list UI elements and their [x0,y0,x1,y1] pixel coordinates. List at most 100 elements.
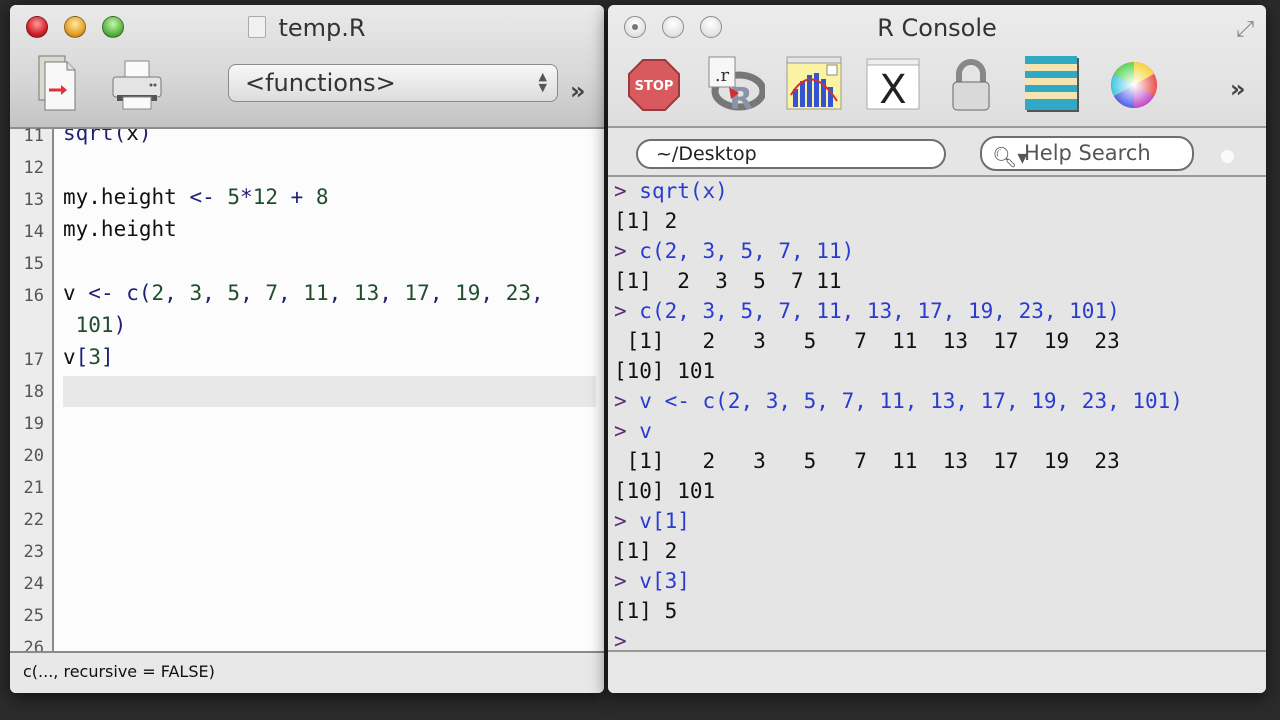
code-token: ) [138,129,152,145]
svg-text:X: X [879,67,906,111]
fullscreen-icon[interactable]: ⤢ [1236,17,1254,42]
console-output-line: [10] 101 [614,359,715,383]
code-line: sqrt(x) [63,129,152,145]
code-line: v <- c(2, 3, 5, 7, 11, 13, 17, 19, 23, [63,281,544,305]
line-number: 21 [23,478,44,498]
code-token: 3 [88,345,101,369]
console-window: R Console ⤢ STOP R .r X » ~/Desktop 🔍︎▾ … [608,5,1266,693]
code-token: 19 [455,281,481,305]
command-text: sqrt(x) [639,179,728,203]
function-signature-hint: c(..., recursive = FALSE) [23,662,215,681]
prompt-symbol: > [614,629,640,652]
stepper-arrows-icon: ▲ ▼ [538,70,547,94]
result-text: [1] 2 [614,209,678,233]
editor-status-bar: c(..., recursive = FALSE) [10,651,604,693]
code-token: , [202,281,228,305]
code-token: 7 [265,281,279,305]
console-output-line: [1] 2 [614,209,677,233]
console-output-line: [1] 5 [614,599,677,623]
code-token: + [277,185,316,209]
help-search-field[interactable]: 🔍︎▾ Help Search [980,136,1194,171]
code-token: [ [75,345,89,369]
line-number: 18 [23,382,44,402]
code-token: , [328,281,354,305]
lock-icon[interactable] [948,57,994,113]
line-number: 23 [23,542,44,562]
result-text: [1] 2 3 5 7 11 13 17 19 23 [614,449,1120,473]
toolbar-overflow-icon[interactable]: » [570,77,585,105]
console-command-line: > c(2, 3, 5, 7, 11) [614,239,854,263]
result-text: [1] 5 [614,599,678,623]
console-output-line: [10] 101 [614,479,715,503]
stop-icon[interactable]: STOP [626,57,682,113]
code-token: 5 [227,185,241,209]
code-line: my.height <- 5*12 + 8 [63,185,329,209]
prompt-symbol: > [614,239,640,263]
code-token: 23 [505,281,531,305]
line-number: 22 [23,510,44,530]
prompt-symbol: > [614,299,640,323]
line-number: 20 [23,446,44,466]
code-token: 12 [252,185,278,209]
code-token: , [278,281,304,305]
functions-dropdown[interactable]: <functions> ▲ ▼ [228,64,558,102]
console-output-line: [1] 2 3 5 7 11 [614,269,842,293]
code-token: , [240,281,266,305]
code-token: 8 [315,185,329,209]
code-token: sqrt [63,129,114,145]
current-line-highlight [63,376,596,407]
result-text: [10] 101 [614,479,716,503]
r-document-icon [248,16,267,38]
line-number: 24 [23,574,44,594]
console-command-line: > v[1] [614,509,690,533]
code-token: 17 [404,281,430,305]
command-text: c(2, 3, 5, 7, 11, 13, 17, 19, 23, 101) [639,299,1120,323]
code-token: ( [113,129,127,145]
x11-icon[interactable]: X [864,55,922,113]
line-number-gutter: 11 12 13 14 15 16 17 18 19 20 21 22 23 24 25 26 [10,126,54,658]
result-text: [1] 2 [614,539,678,563]
code-line: my.height [63,217,177,241]
console-command-line: > [614,629,639,652]
code-token: , [429,281,456,305]
code-editor[interactable]: sqrt(x) my.height <- 5*12 + 8 my.height v <… [54,129,604,651]
command-text: v[3] [639,569,690,593]
toolbar-overflow-icon[interactable]: » [1230,75,1245,103]
editor-title: temp.R [10,14,604,42]
search-icon: 🔍︎▾ [992,145,1028,169]
prompt-symbol: > [614,179,640,203]
history-icon[interactable] [1022,53,1082,115]
code-token: v [63,345,76,369]
prompt-symbol: > [614,509,640,533]
console-command-line: > v [614,419,652,443]
console-command-line: > v[3] [614,569,690,593]
console-output-line: [1] 2 3 5 7 11 13 17 19 23 [614,329,1120,353]
line-number: 17 [23,350,44,370]
console-command-line: > sqrt(x) [614,179,728,203]
console-output-line: [1] 2 3 5 7 11 13 17 19 23 [614,449,1120,473]
color-wheel-icon[interactable] [1108,57,1160,113]
code-line: v[3] [63,345,114,369]
code-line: 101) [63,313,127,337]
line-number: 11 [23,126,44,146]
print-icon[interactable] [108,55,166,113]
code-token: x [126,129,139,145]
line-number: 19 [23,414,44,434]
console-footer [608,650,1266,693]
prompt-symbol: > [614,419,640,443]
code-token: <- c( [88,281,152,305]
code-token: , [379,281,405,305]
command-text: v <- c(2, 3, 5, 7, 11, 13, 17, 19, 23, 1… [639,389,1183,413]
command-text: v[1] [639,509,690,533]
code-token: * [240,185,253,209]
code-token: v [63,281,89,305]
working-directory-field[interactable]: ~/Desktop [636,139,946,169]
code-token: ) [113,313,127,337]
source-file-icon[interactable] [36,53,82,113]
console-output[interactable]: > sqrt(x) [1] 2 > c(2, 3, 5, 7, 11) [1] 2 3… [608,177,1266,652]
quartz-plot-icon[interactable] [784,53,844,113]
source-r-icon[interactable]: R .r [702,53,766,113]
console-command-line: > c(2, 3, 5, 7, 11, 13, 17, 19, 23, 101) [614,299,1120,323]
code-token: my.height [63,217,177,241]
line-number: 13 [23,190,44,210]
